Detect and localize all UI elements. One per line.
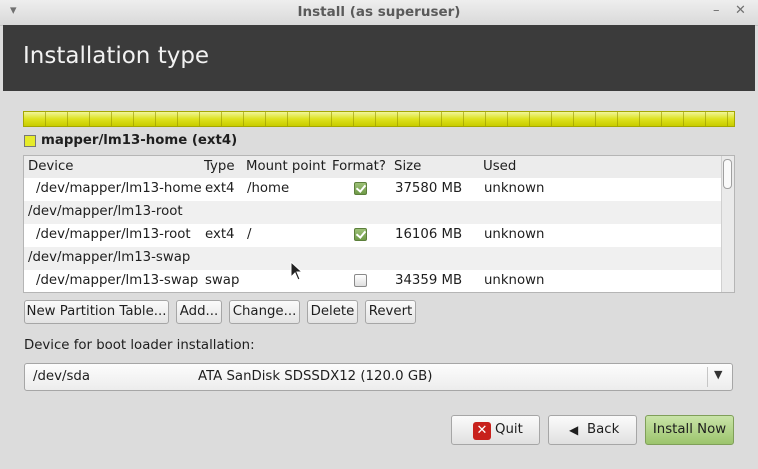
mount-cell: / <box>247 227 252 242</box>
column-header-type[interactable]: Type <box>204 159 235 174</box>
table-header: Device Type Mount point Format? Size Use… <box>24 156 722 178</box>
column-header-device[interactable]: Device <box>28 159 73 174</box>
close-icon[interactable]: ✕ <box>735 3 746 18</box>
table-row[interactable]: /dev/mapper/lm13-swap swap 34359 MB unkn… <box>24 270 722 292</box>
column-header-format[interactable]: Format? <box>332 159 386 174</box>
column-header-mount[interactable]: Mount point <box>246 159 326 174</box>
device-cell: /dev/mapper/lm13-home <box>36 181 202 196</box>
new-partition-table-button[interactable]: New Partition Table... <box>24 300 169 324</box>
title-bar: ▾ Install (as superuser) – ✕ <box>0 0 758 26</box>
size-cell: 16106 MB <box>395 227 463 242</box>
partition-bar <box>23 111 735 127</box>
table-row[interactable]: /dev/mapper/lm13-root <box>24 201 722 224</box>
format-checkbox[interactable] <box>354 182 367 195</box>
type-cell: swap <box>205 273 240 288</box>
type-cell: ext4 <box>205 181 235 196</box>
scrollbar-thumb[interactable] <box>723 159 732 189</box>
device-cell: /dev/mapper/lm13-swap <box>36 273 199 288</box>
mount-cell: /home <box>247 181 290 196</box>
size-cell: 34359 MB <box>395 273 463 288</box>
quit-icon: ✕ <box>473 422 491 440</box>
used-cell: unknown <box>484 181 545 196</box>
back-label: Back <box>587 422 620 437</box>
change-partition-button[interactable]: Change... <box>229 300 300 324</box>
device-cell: /dev/mapper/lm13-root <box>28 204 183 219</box>
table-row[interactable]: /dev/mapper/lm13-home ext4 /home 37580 M… <box>24 178 722 201</box>
device-cell: /dev/mapper/lm13-swap <box>28 250 191 265</box>
combo-separator <box>707 367 708 387</box>
partition-color-swatch <box>24 135 36 147</box>
revert-button[interactable]: Revert <box>365 300 416 324</box>
back-arrow-icon: ◀ <box>569 423 579 437</box>
type-cell: ext4 <box>205 227 235 242</box>
table-scrollbar[interactable] <box>721 156 734 292</box>
bootloader-label: Device for boot loader installation: <box>24 338 255 353</box>
used-cell: unknown <box>484 273 545 288</box>
selected-partition-label: mapper/lm13-home (ext4) <box>41 133 238 148</box>
used-cell: unknown <box>484 227 545 242</box>
bootloader-device-description: ATA SanDisk SDSSDX12 (120.0 GB) <box>198 369 433 384</box>
page-header: Installation type <box>3 25 755 91</box>
partition-table[interactable]: Device Type Mount point Format? Size Use… <box>23 155 735 293</box>
size-cell: 37580 MB <box>395 181 463 196</box>
quit-label: Quit <box>495 422 523 437</box>
delete-partition-button[interactable]: Delete <box>307 300 358 324</box>
back-button[interactable]: ◀ Back <box>548 415 637 445</box>
format-checkbox[interactable] <box>354 274 367 287</box>
add-partition-button[interactable]: Add... <box>176 300 222 324</box>
device-cell: /dev/mapper/lm13-root <box>36 227 191 242</box>
quit-button[interactable]: ✕ Quit <box>451 415 540 445</box>
mouse-cursor-icon <box>290 261 304 281</box>
table-row[interactable]: /dev/mapper/lm13-swap <box>24 247 722 270</box>
column-header-size[interactable]: Size <box>394 159 421 174</box>
window-title: Install (as superuser) <box>297 4 461 20</box>
bootloader-device-value: /dev/sda <box>33 369 90 384</box>
format-checkbox[interactable] <box>354 228 367 241</box>
install-now-button[interactable]: Install Now <box>645 415 734 445</box>
bootloader-device-select[interactable]: /dev/sda ATA SanDisk SDSSDX12 (120.0 GB)… <box>24 363 733 391</box>
table-row[interactable]: /dev/mapper/lm13-root ext4 / 16106 MB un… <box>24 224 722 247</box>
dropdown-arrow-icon[interactable]: ▼ <box>714 368 722 381</box>
column-header-used[interactable]: Used <box>483 159 516 174</box>
page-title: Installation type <box>23 43 210 69</box>
minimize-icon[interactable]: – <box>713 3 720 18</box>
